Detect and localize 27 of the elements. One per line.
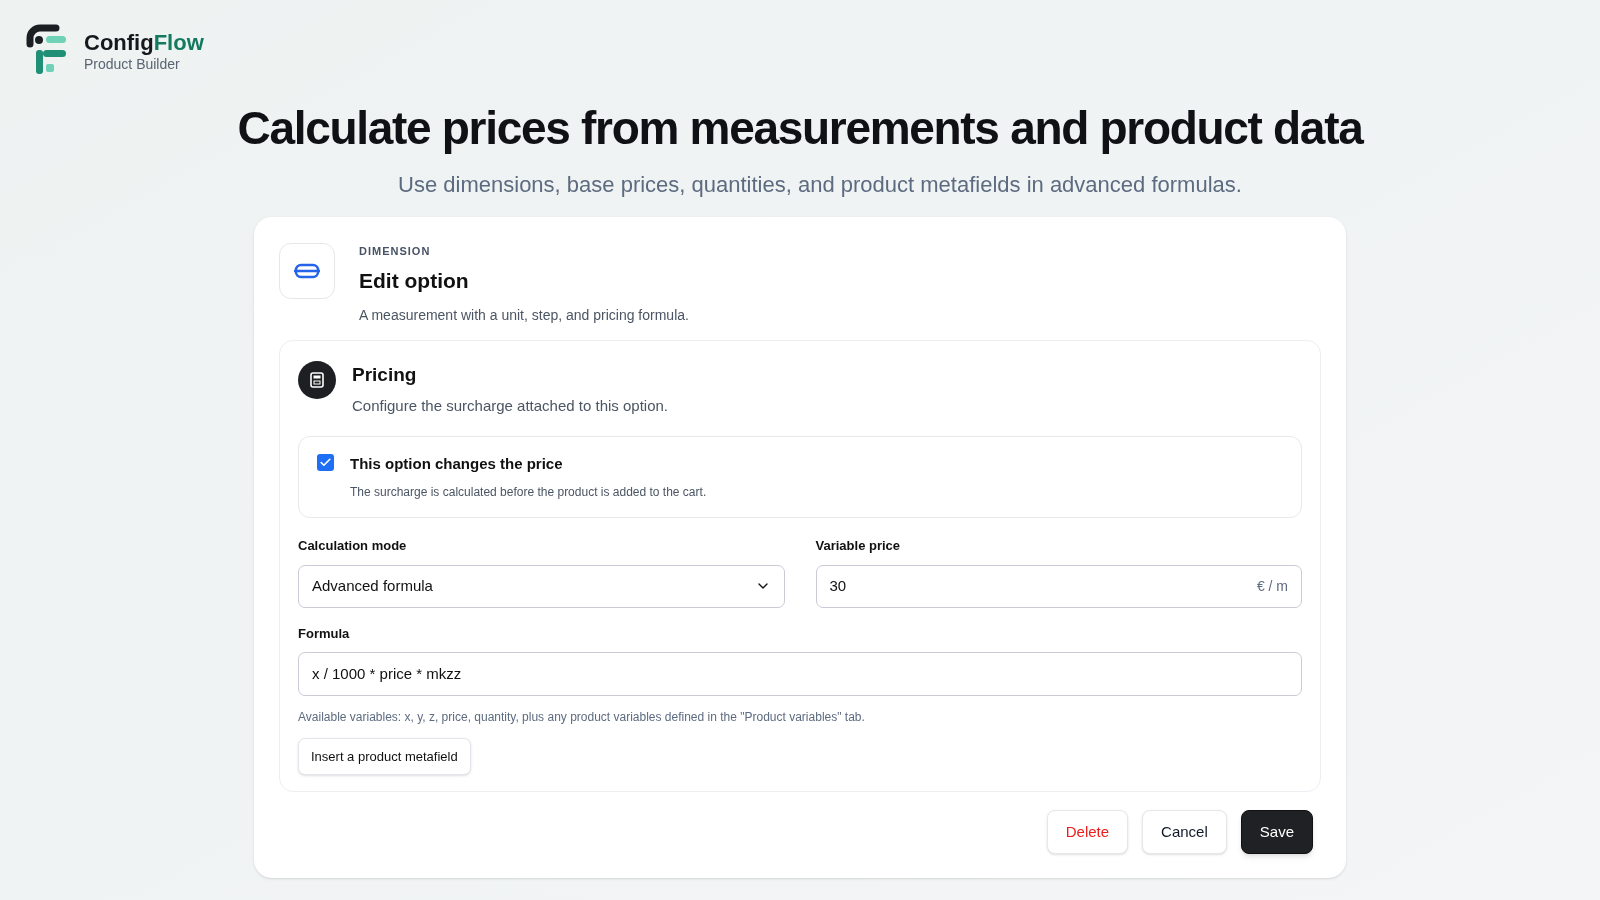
insert-metafield-button[interactable]: Insert a product metafield	[298, 738, 471, 775]
field-label: Formula	[298, 624, 351, 643]
checkbox-hint: The surcharge is calculated before the product is added to the cart.	[350, 484, 707, 501]
section-description: Configure the surcharge attached to this option.	[352, 396, 669, 416]
editor-description: A measurement with a unit, step, and pricing formula.	[359, 305, 689, 325]
checkmark-icon	[319, 455, 332, 469]
calculator-icon	[298, 360, 336, 399]
hero-subtitle: Use dimensions, base prices, quantities, and product metafields in advanced formulas.	[397, 170, 1243, 199]
hero-title: Calculate prices from measurements and product data	[236, 101, 1365, 156]
checkbox[interactable]	[317, 453, 334, 471]
field-label: Calculation mode	[298, 537, 408, 555]
brand-name: ConfigFlow	[84, 28, 204, 56]
action-button[interactable]: Save	[1240, 810, 1313, 854]
editor-title: Edit option	[359, 268, 470, 294]
action-button[interactable]: Delete	[1046, 810, 1129, 854]
action-button[interactable]: Cancel	[1142, 810, 1227, 854]
checkbox-label: This option changes the price	[350, 453, 564, 474]
field-label: Variable price	[815, 537, 902, 555]
formula-help-text: Available variables: x, y, z, price, quantity, plus any product variables defined in the "Product variables" tab.	[298, 709, 866, 726]
section-title: Pricing	[352, 362, 418, 387]
calculation-mode-select[interactable]: Advanced formula	[298, 564, 785, 608]
unit-suffix: € / m	[1256, 576, 1288, 596]
variable-price-field[interactable]: 30 € / m	[815, 564, 1302, 608]
brand-tagline: Product Builder	[84, 56, 181, 74]
option-type-label: DIMENSION	[359, 243, 432, 259]
dimension-icon	[279, 242, 335, 299]
formula-field[interactable]: x / 1000 * price * mkzz	[298, 652, 1302, 696]
